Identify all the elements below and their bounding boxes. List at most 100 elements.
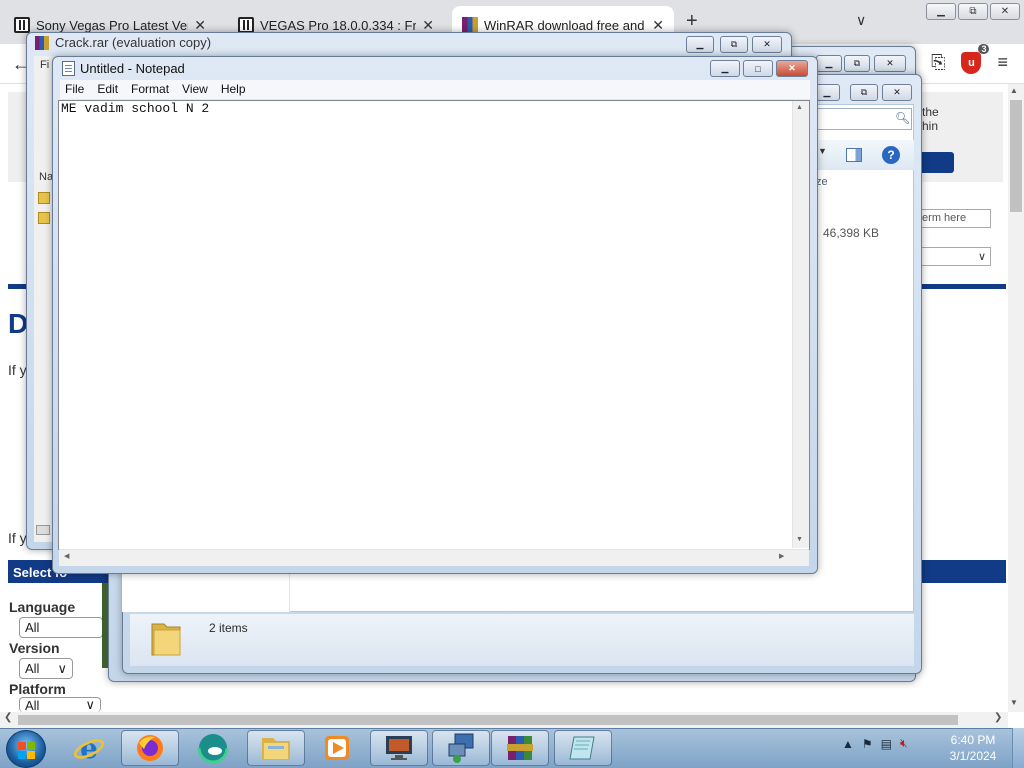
views-dropdown-icon[interactable]: ▼ <box>818 146 827 156</box>
page-search-button[interactable] <box>918 152 954 173</box>
system-clock[interactable]: 6:40 PM 3/1/2024 <box>944 732 1002 764</box>
action-center-flag-icon[interactable]: ⚑ <box>862 737 873 751</box>
winrar-menu-file[interactable]: Fi <box>40 59 49 71</box>
browser-restore-button[interactable]: ⧉ <box>958 3 988 20</box>
winrar-body <box>34 56 54 542</box>
search-icon: 🔍︎ <box>895 111 911 125</box>
new-tab-button[interactable]: + <box>686 10 698 33</box>
start-button[interactable] <box>6 730 46 768</box>
taskbar-media-player[interactable] <box>308 730 366 766</box>
restore-button[interactable]: ⧉ <box>850 84 878 101</box>
archive-favicon-icon <box>14 17 30 33</box>
tab-title: VEGAS Pro 18.0.0.334 : Free Do <box>260 17 417 33</box>
preview-pane-icon[interactable] <box>846 148 862 162</box>
menu-hamburger-icon[interactable]: ≡ <box>997 52 1008 74</box>
toolbar-icons: ⎘ u3 ≡ <box>931 44 1008 74</box>
notepad-vertical-scrollbar[interactable] <box>792 101 809 548</box>
restore-button[interactable]: ⧉ <box>844 55 870 72</box>
page-hscroll-thumb[interactable] <box>18 715 958 725</box>
page-search-input[interactable]: term here <box>914 209 991 228</box>
show-desktop-button[interactable] <box>1012 728 1024 768</box>
scroll-down-icon[interactable]: ▼ <box>796 536 803 543</box>
language-label: Language <box>9 599 76 615</box>
platform-select-value: All <box>25 697 40 712</box>
minimize-button[interactable]: ▁ <box>816 55 842 72</box>
minimize-button[interactable]: ▁ <box>710 60 740 77</box>
version-select[interactable]: All ∨ <box>19 658 73 679</box>
windows-logo-icon <box>27 742 35 750</box>
taskbar-file-explorer[interactable] <box>247 730 305 766</box>
close-button[interactable]: ✕ <box>776 60 808 77</box>
winrar-icon <box>35 36 49 50</box>
taskbar-network-app[interactable] <box>432 730 490 766</box>
winrar-favicon-icon <box>462 17 478 33</box>
scroll-left-icon[interactable]: ❮ <box>4 712 12 723</box>
media-player-icon <box>325 736 349 760</box>
tab-list-chevron-icon[interactable]: ∨ <box>856 12 866 29</box>
scroll-right-icon[interactable]: ❯ <box>994 712 1002 723</box>
close-tab-icon[interactable]: ✕ <box>422 17 434 34</box>
platform-select[interactable]: All ∨ <box>19 697 101 712</box>
show-hidden-icons-icon[interactable]: ▲ <box>842 737 854 751</box>
tab-title: WinRAR download free and sup <box>484 17 644 33</box>
notepad-horizontal-scrollbar[interactable] <box>59 549 809 566</box>
page-filter-select[interactable]: ∨ <box>914 247 991 266</box>
taskbar-winrar[interactable] <box>491 730 549 766</box>
browser-close-button[interactable]: ✕ <box>990 3 1020 20</box>
minimize-button[interactable]: ▁ <box>686 36 714 53</box>
language-select[interactable]: All <box>19 617 103 638</box>
notepad-icon <box>569 736 595 760</box>
version-select-value: All <box>25 661 40 676</box>
chevron-down-icon: ∨ <box>85 697 95 712</box>
folder-icon <box>38 212 50 224</box>
notepad-text-area[interactable] <box>58 100 810 550</box>
scroll-right-icon[interactable]: ▶ <box>779 552 784 560</box>
taskbar-edge[interactable] <box>184 730 242 766</box>
menu-format[interactable]: Format <box>126 80 177 99</box>
page-scroll-thumb[interactable] <box>1010 100 1022 212</box>
notepad-title: Untitled - Notepad <box>80 61 185 76</box>
close-button[interactable]: ✕ <box>882 84 912 101</box>
page-right-text: the hin <box>922 105 939 133</box>
menu-view[interactable]: View <box>177 80 216 99</box>
restore-button[interactable]: ⧉ <box>720 36 748 53</box>
scroll-left-icon[interactable]: ◀ <box>64 552 69 560</box>
extensions-puzzle-icon[interactable]: ⎘ <box>931 52 945 74</box>
menu-edit[interactable]: Edit <box>92 80 126 99</box>
firefox-icon <box>137 735 163 761</box>
taskbar-firefox[interactable] <box>121 730 179 766</box>
close-button[interactable]: ✕ <box>874 55 906 72</box>
help-icon[interactable]: ? <box>882 146 900 164</box>
winrar-name-column[interactable]: Na <box>39 171 53 183</box>
file-size-value: 46,398 KB <box>823 226 880 240</box>
ublock-shield-icon[interactable]: u3 <box>961 44 990 74</box>
notepad-content[interactable]: ME vadim school N 2 <box>61 101 209 116</box>
archive-favicon-icon <box>238 17 254 33</box>
version-label: Version <box>9 640 60 656</box>
taskbar-notepad[interactable] <box>554 730 612 766</box>
scroll-up-icon[interactable]: ▲ <box>1010 86 1018 95</box>
edge-icon <box>197 732 229 764</box>
menu-help[interactable]: Help <box>216 80 254 99</box>
windows-logo-icon <box>27 751 35 759</box>
scroll-up-icon[interactable]: ▲ <box>796 104 803 111</box>
winrar-scroll-thumb[interactable] <box>36 525 50 535</box>
taskbar-internet-explorer[interactable]: e <box>60 730 118 766</box>
explorer-search-input[interactable]: 🔍︎ <box>814 108 912 130</box>
menu-file[interactable]: File <box>60 80 92 99</box>
scroll-down-icon[interactable]: ▼ <box>1010 698 1018 707</box>
close-button[interactable]: ✕ <box>752 36 782 53</box>
close-tab-icon[interactable]: ✕ <box>652 17 664 34</box>
volume-muted-icon[interactable]: 🔇︎ <box>900 736 908 751</box>
notepad-menubar: File Edit Format View Help <box>60 80 810 99</box>
windows-logo-icon <box>18 742 26 750</box>
close-tab-icon[interactable]: ✕ <box>194 17 206 34</box>
browser-minimize-button[interactable]: ▁ <box>926 3 956 20</box>
winrar-title: Crack.rar (evaluation copy) <box>55 35 212 50</box>
network-computer-icon <box>448 733 474 763</box>
folder-icon <box>151 623 181 656</box>
maximize-button[interactable]: □ <box>743 60 773 77</box>
network-icon[interactable]: ▤ <box>881 737 892 751</box>
taskbar-presentation-app[interactable] <box>370 730 428 766</box>
svg-text:e: e <box>80 732 98 764</box>
